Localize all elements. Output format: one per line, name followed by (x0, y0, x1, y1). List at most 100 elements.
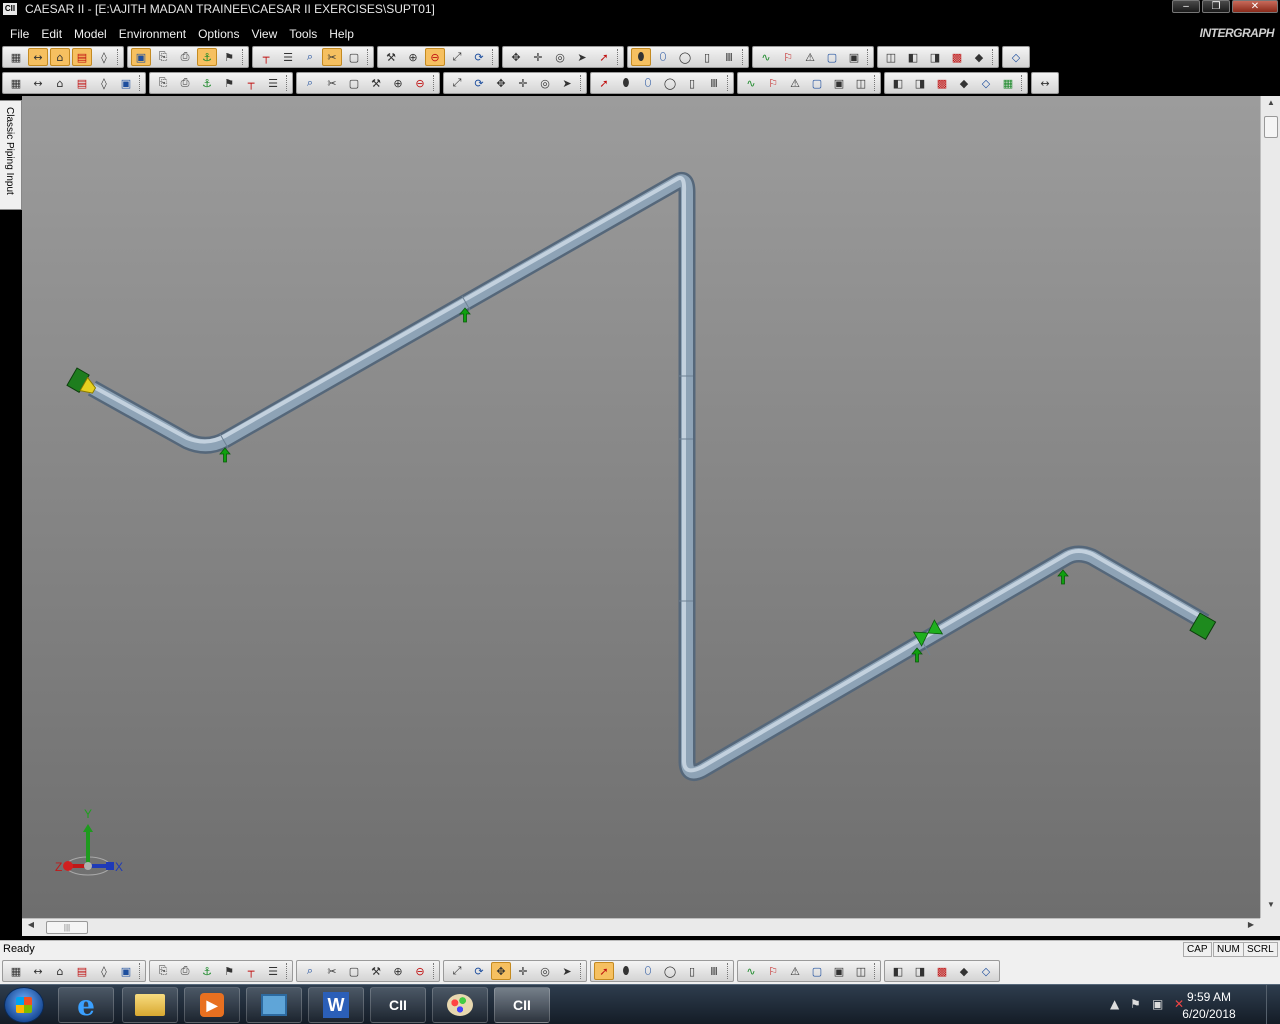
toolbar-overflow-icon[interactable] (580, 963, 584, 979)
cube2-icon[interactable]: ◫ (881, 48, 901, 66)
guide-icon[interactable]: Ⅲ (704, 74, 724, 92)
hanger-icon[interactable]: ⚑ (219, 48, 239, 66)
pressure-icon[interactable]: ◎ (535, 74, 555, 92)
menu-environment[interactable]: Environment (113, 24, 192, 44)
d-icon[interactable]: ◯ (660, 962, 680, 980)
table-icon[interactable]: ◨ (910, 74, 930, 92)
report2-icon[interactable]: ⚠ (785, 74, 805, 92)
grid-icon[interactable]: ▦ (6, 48, 26, 66)
cal-icon[interactable]: ↔ (28, 962, 48, 980)
arrow-icon[interactable]: ⊖ (410, 962, 430, 980)
menu-model[interactable]: Model (68, 24, 113, 44)
flange-icon[interactable]: ⊖ (410, 74, 430, 92)
list-icon[interactable]: ☰ (278, 48, 298, 66)
frame-icon[interactable]: ⚒ (366, 962, 386, 980)
anchor-icon[interactable]: ▯ (682, 74, 702, 92)
fire-icon[interactable]: ➤ (557, 74, 577, 92)
menu-view[interactable]: View (245, 24, 283, 44)
spring-icon[interactable]: ∿ (741, 74, 761, 92)
taskbar-explorer[interactable] (122, 987, 178, 1023)
gate-icon[interactable]: ◧ (888, 962, 908, 980)
select-box-icon[interactable]: ✂ (322, 962, 342, 980)
cylinder2-icon[interactable]: ⬯ (653, 48, 673, 66)
pen-icon[interactable]: ◇ (976, 962, 996, 980)
card-icon[interactable]: ⚒ (366, 74, 386, 92)
doc-icon[interactable]: ⚐ (763, 74, 783, 92)
refresh-icon[interactable]: ▩ (932, 962, 952, 980)
ai-icon[interactable]: ⌕ (300, 962, 320, 980)
spark2-icon[interactable]: ◨ (910, 962, 930, 980)
toolbar-overflow-icon[interactable] (742, 49, 746, 65)
list-icon[interactable]: ⎙ (175, 74, 195, 92)
back-icon[interactable]: ⚠ (785, 962, 805, 980)
edit-icon[interactable]: ▢ (344, 74, 364, 92)
calc-icon[interactable]: ◫ (851, 74, 871, 92)
node3-icon[interactable]: Ⅲ (704, 962, 724, 980)
load3-icon[interactable]: ▯ (682, 962, 702, 980)
copy-icon[interactable]: ⎘ (153, 48, 173, 66)
curve-icon[interactable]: ↔ (1035, 74, 1055, 92)
zoom-window-icon[interactable]: ⊕ (403, 48, 423, 66)
brush-icon[interactable]: ⚑ (219, 962, 239, 980)
new-icon[interactable]: ▦ (6, 74, 26, 92)
beam-icon[interactable]: ◫ (851, 962, 871, 980)
zoom-icon[interactable]: ⊖ (425, 48, 445, 66)
menu-tools[interactable]: Tools (283, 24, 323, 44)
zoom-fit-icon[interactable]: ⤢ (447, 48, 467, 66)
action-center-flag-icon[interactable]: ⚑ (1130, 997, 1141, 1011)
taskbar-word[interactable]: W (308, 987, 364, 1023)
tee3-icon[interactable]: ✛ (513, 962, 533, 980)
pdf-icon[interactable]: ⚓ (197, 74, 217, 92)
toolbar-overflow-icon[interactable] (367, 49, 371, 65)
taskbar-media[interactable]: ▶ (184, 987, 240, 1023)
brush3-icon[interactable]: ☰ (263, 962, 283, 980)
load-icon[interactable]: ⬯ (638, 74, 658, 92)
hammer-icon[interactable]: ⚒ (381, 48, 401, 66)
cube4-icon[interactable]: ◨ (925, 48, 945, 66)
scroll-left-icon[interactable]: ◀ (24, 920, 38, 936)
restraint2-icon[interactable]: ◯ (660, 74, 680, 92)
red-box-icon[interactable]: ◇ (976, 74, 996, 92)
bend-icon[interactable]: ⟳ (469, 74, 489, 92)
bridge-icon[interactable]: ⤢ (447, 962, 467, 980)
support-icon[interactable]: ➤ (557, 962, 577, 980)
taskbar-paint[interactable] (432, 987, 488, 1023)
move-icon[interactable]: ✛ (528, 48, 548, 66)
tee-icon[interactable]: ┬ (256, 48, 276, 66)
valve3-icon[interactable]: ⬯ (638, 962, 658, 980)
e-icon[interactable]: ⎘ (153, 962, 173, 980)
cut-icon[interactable]: ▤ (72, 74, 92, 92)
matrix-icon[interactable]: ▩ (932, 74, 952, 92)
restraint-icon[interactable]: ⚓ (197, 48, 217, 66)
save-icon[interactable]: ⌂ (50, 74, 70, 92)
toolbar-overflow-icon[interactable] (433, 75, 437, 91)
cut-icon[interactable]: ✂ (322, 48, 342, 66)
minimize-icon[interactable]: – (1172, 0, 1200, 13)
brush2-icon[interactable]: ┬ (241, 962, 261, 980)
plane-icon[interactable]: ⌂ (50, 48, 70, 66)
toolbar-overflow-icon[interactable] (139, 75, 143, 91)
toolbar-overflow-icon[interactable] (433, 963, 437, 979)
taskbar-network[interactable] (246, 987, 302, 1023)
expansion-icon[interactable]: ✥ (491, 74, 511, 92)
report-icon[interactable]: ▤ (72, 48, 92, 66)
tee-red-icon[interactable]: ▦ (998, 74, 1018, 92)
cube3-icon[interactable]: ◧ (903, 48, 923, 66)
nozzle-icon[interactable]: ☰ (263, 74, 283, 92)
cylinder4-icon[interactable]: ▯ (697, 48, 717, 66)
scroll-right-icon[interactable]: ▶ (1244, 920, 1258, 936)
taskbar-caesar-1[interactable]: CII (370, 987, 426, 1023)
toolbar-overflow-icon[interactable] (874, 963, 878, 979)
taskbar-ie[interactable]: e (58, 987, 114, 1023)
grid3-icon[interactable]: ⊕ (388, 962, 408, 980)
next-icon[interactable]: ▣ (829, 962, 849, 980)
thermometer-icon[interactable]: ✛ (513, 74, 533, 92)
toolbar-overflow-icon[interactable] (874, 75, 878, 91)
scroll-thumb-horizontal[interactable]: ||| (46, 921, 88, 934)
cube1-icon[interactable]: ▣ (844, 48, 864, 66)
menu-options[interactable]: Options (192, 24, 245, 44)
toolbar-overflow-icon[interactable] (242, 49, 246, 65)
angle-icon[interactable]: ◎ (535, 962, 555, 980)
pump-icon[interactable]: ⬮ (616, 74, 636, 92)
close-icon[interactable]: ✕ (1232, 0, 1278, 13)
